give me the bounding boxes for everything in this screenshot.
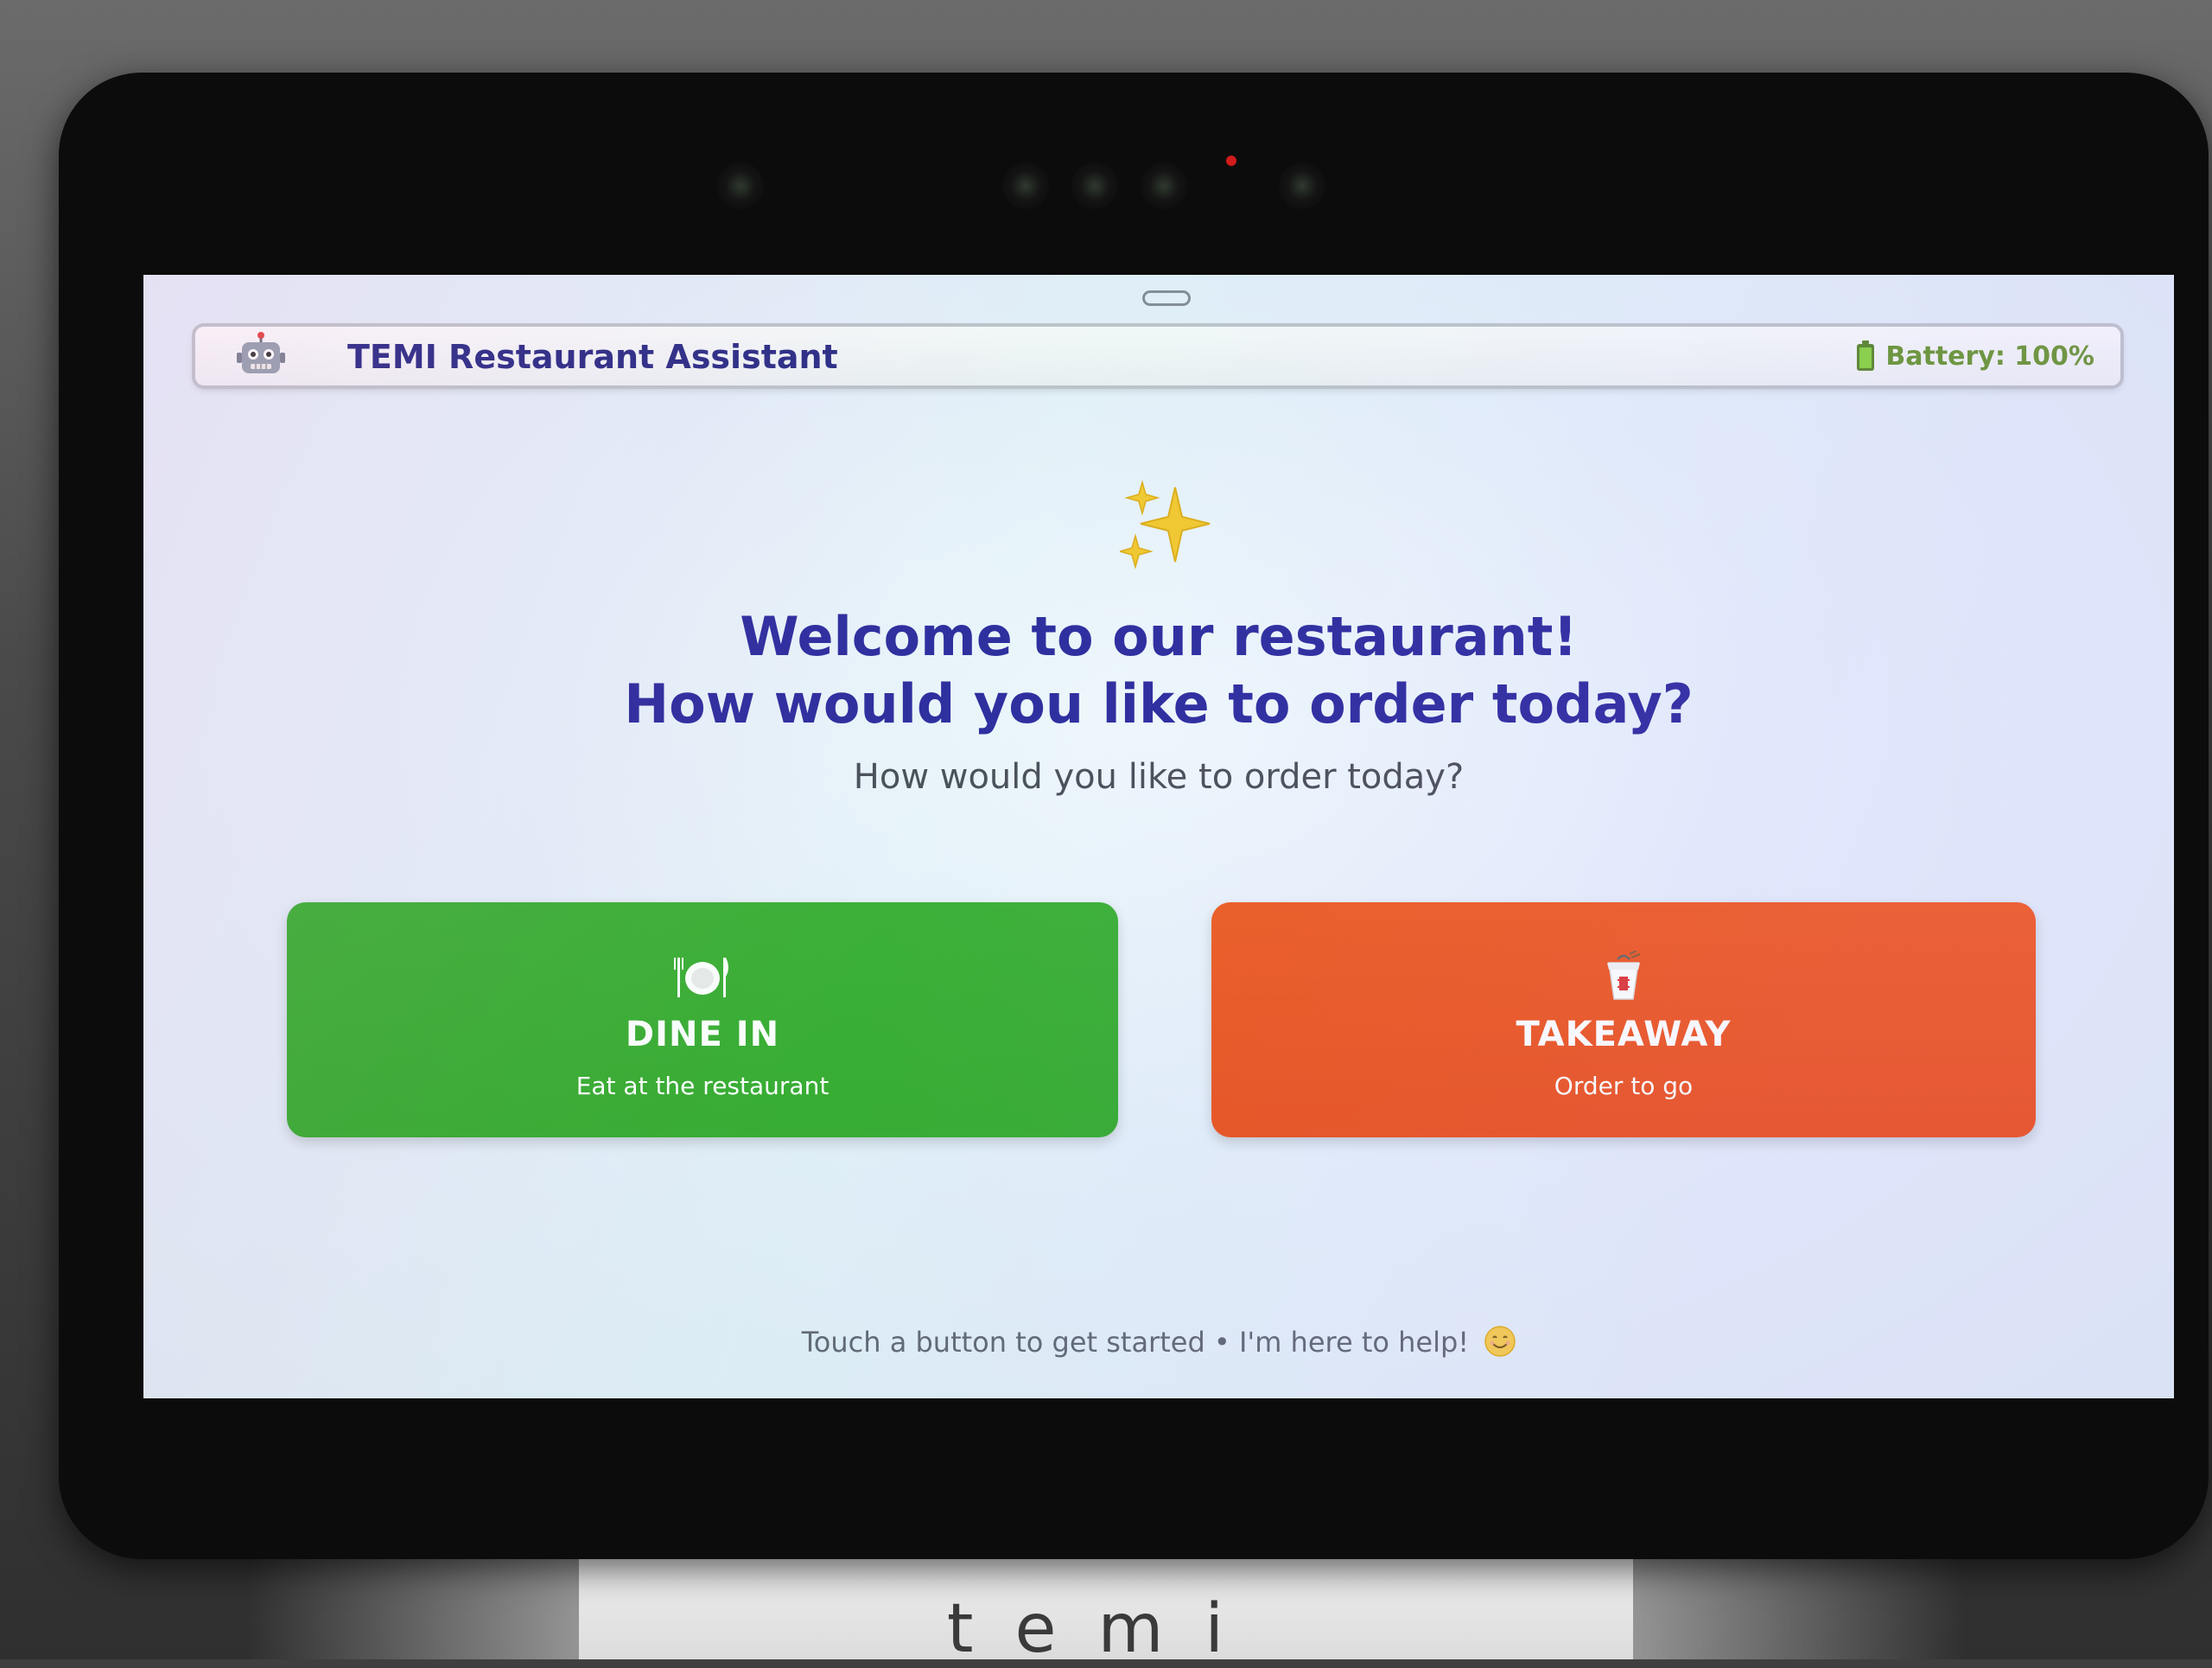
camera-sensor-icon — [717, 162, 764, 209]
takeout-box-icon — [1607, 951, 1641, 1000]
welcome-line-2: How would you like to order today? — [624, 672, 1694, 735]
battery-text: Battery: 100% — [1885, 341, 2094, 372]
dine-in-label: DINE IN — [625, 1015, 780, 1054]
takeaway-button[interactable]: TAKEAWAY Order to go — [1211, 902, 2036, 1137]
welcome-subtitle: How would you like to order today? — [853, 757, 1465, 797]
camera-sensor-icon — [1279, 162, 1325, 209]
dine-in-button[interactable]: DINE IN Eat at the restaurant — [287, 902, 1118, 1137]
smiling-face-icon — [1484, 1326, 1516, 1357]
status-led — [1226, 156, 1236, 166]
top-bar: TEMI Restaurant Assistant Battery: 100% — [195, 327, 2120, 385]
pull-down-handle[interactable] — [1142, 290, 1191, 306]
camera-lens-icon — [1071, 162, 1118, 209]
takeaway-label: TAKEAWAY — [1516, 1015, 1732, 1054]
sparkles-icon — [1120, 480, 1211, 570]
welcome-heading: Welcome to our restaurant! How would you… — [143, 603, 2174, 738]
dine-in-description: Eat at the restaurant — [575, 1072, 830, 1100]
footer-text: Touch a button to get started • I'm here… — [801, 1326, 1470, 1359]
takeaway-description: Order to go — [1554, 1072, 1694, 1100]
camera-lens-icon — [1141, 162, 1187, 209]
app-screen: TEMI Restaurant Assistant Battery: 100% … — [143, 275, 2174, 1398]
welcome-line-1: Welcome to our restaurant! — [740, 605, 1578, 668]
battery-icon — [1857, 341, 1875, 371]
plate-cutlery-icon — [674, 958, 728, 997]
battery-status: Battery: 100% — [1856, 341, 2094, 372]
app-title: TEMI Restaurant Assistant — [347, 338, 838, 376]
robot-icon — [237, 332, 285, 373]
camera-lens-icon — [1002, 162, 1049, 209]
footer-hint: Touch a button to get started • I'm here… — [143, 1326, 2174, 1359]
device-brand-logo: temi — [946, 1590, 1266, 1668]
